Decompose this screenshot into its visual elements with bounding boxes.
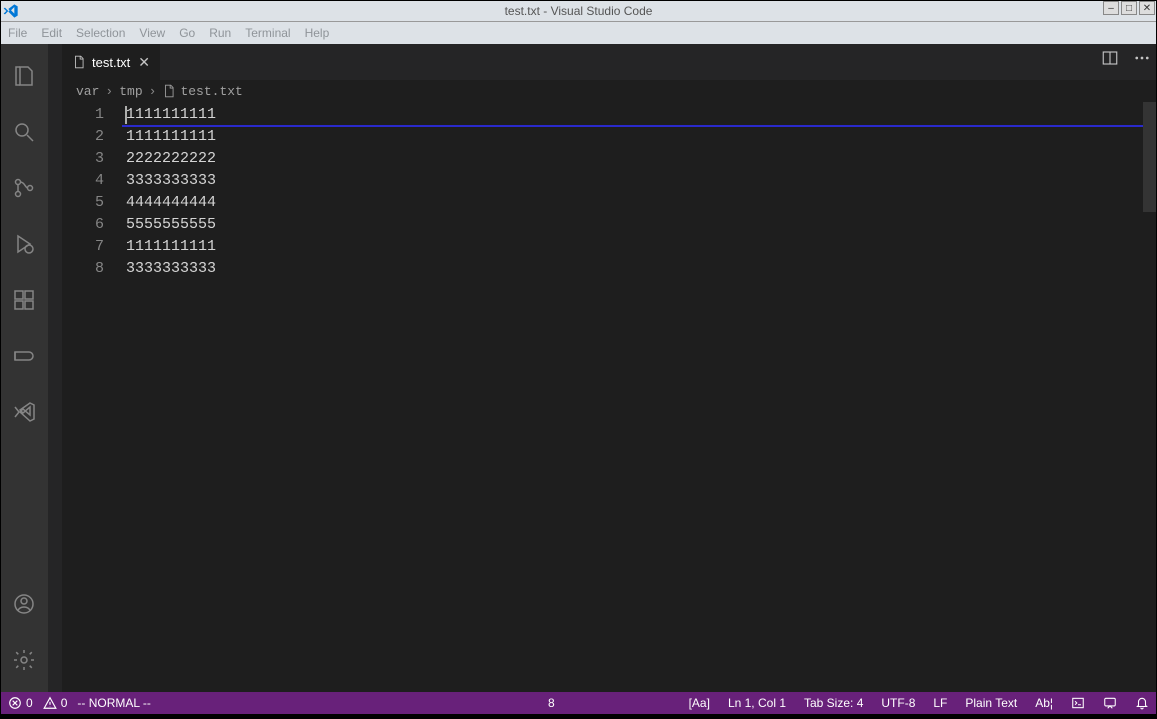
tab-bar: test.txt ✕ <box>62 44 1157 80</box>
activitybar <box>0 44 48 692</box>
statusbar: 0 0 -- NORMAL -- 8 [Aa] Ln 1, Col 1 Tab … <box>0 692 1157 714</box>
gutter: 1 2 3 4 5 6 7 8 <box>62 102 122 692</box>
menu-go[interactable]: Go <box>179 26 195 40</box>
line-number: 5 <box>62 192 104 214</box>
close-button[interactable]: ✕ <box>1139 1 1155 15</box>
line-number: 4 <box>62 170 104 192</box>
file-icon <box>72 55 86 69</box>
menu-view[interactable]: View <box>139 26 165 40</box>
status-encoding[interactable]: UTF-8 <box>881 696 915 710</box>
line-number: 8 <box>62 258 104 280</box>
activity-settings[interactable] <box>0 636 48 684</box>
breadcrumb-file[interactable]: test.txt <box>180 84 242 99</box>
code-line[interactable]: 2222222222 <box>122 148 1157 170</box>
code-line[interactable]: 4444444444 <box>122 192 1157 214</box>
status-terminal-icon[interactable] <box>1071 696 1085 710</box>
editor-group: test.txt ✕ var › tmp › test.txt <box>62 44 1157 692</box>
breadcrumb-var[interactable]: var <box>76 84 99 99</box>
status-bell-icon[interactable] <box>1135 696 1149 710</box>
activity-vs[interactable] <box>0 388 48 436</box>
line-number: 1 <box>62 104 104 126</box>
window-controls: – □ ✕ <box>1101 1 1155 15</box>
status-tab-size[interactable]: Tab Size: 4 <box>804 696 863 710</box>
main-area: test.txt ✕ var › tmp › test.txt <box>0 44 1157 692</box>
status-vim-mode: -- NORMAL -- <box>77 696 151 710</box>
line-number: 7 <box>62 236 104 258</box>
tab-test-txt[interactable]: test.txt ✕ <box>62 44 161 80</box>
line-number: 2 <box>62 126 104 148</box>
activity-debug[interactable] <box>0 220 48 268</box>
window-title: test.txt - Visual Studio Code <box>505 4 653 18</box>
status-cursor-pos[interactable]: Ln 1, Col 1 <box>728 696 786 710</box>
activity-extensions[interactable] <box>0 276 48 324</box>
more-actions-icon[interactable] <box>1133 49 1151 72</box>
code-line[interactable]: 3333333333 <box>122 170 1157 192</box>
minimap[interactable] <box>1143 102 1157 692</box>
code-line[interactable]: 5555555555 <box>122 214 1157 236</box>
chevron-right-icon: › <box>105 84 113 99</box>
menubar: File Edit Selection View Go Run Terminal… <box>0 22 1157 44</box>
vscode-icon <box>3 3 19 19</box>
titlebar: test.txt - Visual Studio Code – □ ✕ <box>0 0 1157 22</box>
line-number: 6 <box>62 214 104 236</box>
activity-remote[interactable] <box>0 332 48 380</box>
status-match-case[interactable]: [Aa] <box>689 696 710 710</box>
text-cursor <box>125 106 127 124</box>
menu-run[interactable]: Run <box>209 26 231 40</box>
status-feedback-icon[interactable] <box>1103 696 1117 710</box>
tab-label: test.txt <box>92 55 130 70</box>
menu-file[interactable]: File <box>8 26 27 40</box>
split-editor-icon[interactable] <box>1101 49 1119 72</box>
status-eol[interactable]: LF <box>933 696 947 710</box>
editor-body[interactable]: 1 2 3 4 5 6 7 8 1111111111 1111111111 22… <box>62 102 1157 692</box>
status-linecount[interactable]: 8 <box>548 696 555 710</box>
code-line[interactable]: 1111111111 <box>122 236 1157 258</box>
bottom-border <box>0 714 1157 719</box>
chevron-right-icon: › <box>149 84 157 99</box>
menu-selection[interactable]: Selection <box>76 26 125 40</box>
editor-actions <box>1101 49 1151 72</box>
menu-help[interactable]: Help <box>305 26 330 40</box>
minimize-button[interactable]: – <box>1103 1 1119 15</box>
breadcrumb-tmp[interactable]: tmp <box>119 84 142 99</box>
close-icon[interactable]: ✕ <box>138 54 150 71</box>
activity-account[interactable] <box>0 580 48 628</box>
status-warnings[interactable]: 0 <box>43 696 68 710</box>
activity-search[interactable] <box>0 108 48 156</box>
code-line[interactable]: 1111111111 <box>122 104 1157 126</box>
code-line[interactable]: 3333333333 <box>122 258 1157 280</box>
code-area[interactable]: 1111111111 1111111111 2222222222 3333333… <box>122 102 1157 692</box>
sidebar-collapsed[interactable] <box>48 44 62 692</box>
activity-scm[interactable] <box>0 164 48 212</box>
file-icon <box>162 84 176 98</box>
minimap-slider[interactable] <box>1143 102 1157 212</box>
maximize-button[interactable]: □ <box>1121 1 1137 15</box>
line-number: 3 <box>62 148 104 170</box>
menu-terminal[interactable]: Terminal <box>245 26 290 40</box>
activity-explorer[interactable] <box>0 52 48 100</box>
code-line[interactable]: 1111111111 <box>122 126 1157 148</box>
menu-edit[interactable]: Edit <box>41 26 62 40</box>
status-ab[interactable]: Ab¦ <box>1035 696 1053 710</box>
status-language[interactable]: Plain Text <box>965 696 1017 710</box>
breadcrumb: var › tmp › test.txt <box>62 80 1157 102</box>
status-errors[interactable]: 0 <box>8 696 33 710</box>
